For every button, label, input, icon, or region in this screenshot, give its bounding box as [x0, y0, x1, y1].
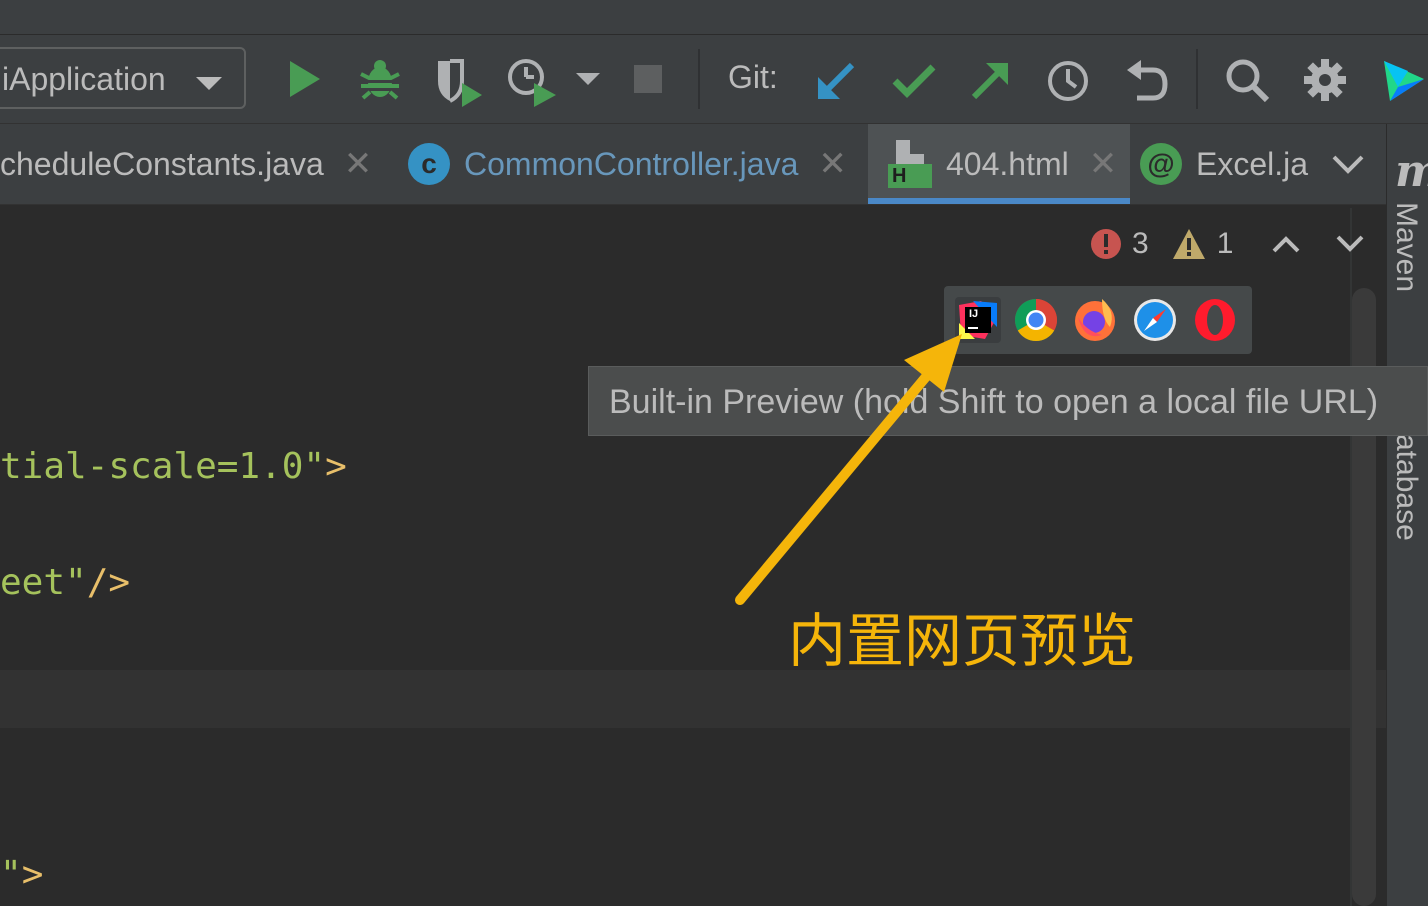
- stop-icon: [634, 65, 662, 93]
- browser-preview-popup: IJ: [944, 286, 1252, 354]
- search-icon: [1226, 59, 1270, 103]
- code-attr-value: eet": [0, 562, 87, 603]
- arrow-down-left-icon: [818, 62, 855, 99]
- show-hidden-tabs-button[interactable]: [1328, 148, 1368, 180]
- tab-label: 404.html: [946, 145, 1069, 182]
- intellij-logo-text: IJ: [969, 308, 979, 320]
- previous-highlight-button[interactable]: [1271, 234, 1301, 254]
- class-icon-letter: c: [421, 148, 437, 179]
- chevron-down-icon: [196, 77, 222, 90]
- chevron-up-icon: [1272, 236, 1300, 253]
- chevron-down-icon: [1336, 235, 1364, 252]
- code-line: tial-scale=1.0">: [0, 446, 347, 487]
- close-icon[interactable]: ✕: [818, 144, 847, 184]
- intellij-logo: [959, 301, 997, 339]
- close-icon[interactable]: ✕: [344, 144, 373, 184]
- git-history-button[interactable]: [1044, 57, 1092, 105]
- code-attr-value: ": [0, 854, 22, 895]
- chevron-down-icon: [1332, 155, 1364, 174]
- code-attr-value: tial-scale=1.0": [0, 446, 326, 487]
- tab-label: cheduleConstants.java: [0, 145, 324, 182]
- arrow-up-right-icon: [971, 63, 1008, 100]
- code-line: ">: [0, 854, 43, 895]
- debug-button[interactable]: [356, 55, 404, 103]
- run-button[interactable]: [282, 57, 326, 101]
- search-everywhere-button[interactable]: [1222, 55, 1272, 105]
- clock-icon: [1048, 61, 1088, 101]
- run-configuration-selector[interactable]: iApplication: [0, 47, 246, 109]
- git-label: Git:: [728, 59, 778, 95]
- git-update-button[interactable]: [812, 57, 860, 105]
- warning-count: 1: [1216, 227, 1234, 260]
- tab-label: CommonController.java: [464, 145, 799, 182]
- maven-tool-window-button[interactable]: Maven: [1389, 202, 1423, 292]
- profile-button[interactable]: [506, 55, 558, 107]
- undo-icon: [1127, 60, 1168, 101]
- built-in-preview-tooltip: Built-in Preview (hold Shift to open a l…: [588, 366, 1428, 436]
- database-tool-window-button[interactable]: atabase: [1389, 434, 1423, 541]
- chevron-down-icon: [576, 73, 600, 85]
- current-line-highlight: [0, 670, 1386, 728]
- active-tab-indicator: [868, 198, 1130, 204]
- firefox-logo: [1075, 299, 1115, 341]
- next-highlight-button[interactable]: [1335, 234, 1365, 254]
- toolbox-logo-icon: [1384, 61, 1424, 101]
- close-icon[interactable]: ✕: [1089, 144, 1118, 184]
- annotation-icon: @: [1140, 143, 1182, 185]
- annotation-icon-letter: @: [1147, 148, 1175, 179]
- tab-label: Excel.ja: [1196, 145, 1309, 182]
- maven-logo: m: [1395, 146, 1428, 197]
- code-tag-end: />: [86, 562, 131, 603]
- editor-tab-bar: cheduleConstants.java ✕ c CommonControll…: [0, 124, 1386, 205]
- opera-logo: [1195, 299, 1235, 341]
- safari-logo: [1134, 299, 1176, 341]
- error-icon: [1091, 229, 1121, 259]
- tab-schedule-constants[interactable]: cheduleConstants.java ✕: [0, 124, 400, 204]
- tab-common-controller[interactable]: c CommonController.java ✕: [408, 124, 868, 204]
- run-with-coverage-button[interactable]: [432, 55, 484, 107]
- annotation-label: 内置网页预览: [788, 607, 1137, 675]
- stop-button[interactable]: [630, 61, 666, 97]
- opera-icon[interactable]: [1192, 297, 1238, 343]
- git-rollback-button[interactable]: [1122, 57, 1172, 105]
- run-configuration-label: iApplication: [2, 61, 166, 97]
- checkmark-icon: [892, 64, 936, 98]
- warning-icon: [1172, 229, 1205, 259]
- bug-icon: [360, 60, 400, 100]
- toolbar-separator: [1196, 49, 1198, 109]
- toolbar-separator: [698, 49, 700, 109]
- firefox-icon[interactable]: [1072, 297, 1118, 343]
- code-tag-end: >: [325, 446, 347, 487]
- right-tool-window-strip: m Maven atabase: [1386, 124, 1428, 906]
- settings-button[interactable]: [1300, 55, 1350, 105]
- title-bar: [0, 0, 1428, 35]
- jetbrains-toolbox-button[interactable]: [1378, 55, 1428, 105]
- profiler-icon: [508, 59, 556, 107]
- gear-icon: [1304, 59, 1346, 101]
- chrome-icon[interactable]: [1013, 297, 1059, 343]
- tab-excel[interactable]: @ Excel.ja: [1140, 124, 1316, 204]
- html-file-icon: H: [888, 140, 936, 188]
- intellij-icon[interactable]: IJ: [955, 297, 1001, 343]
- more-run-options-button[interactable]: [572, 69, 604, 89]
- git-commit-button[interactable]: [890, 57, 938, 105]
- run-icon: [290, 61, 320, 97]
- html-icon-letter: H: [892, 165, 907, 187]
- tab-404-html[interactable]: H 404.html ✕: [868, 124, 1130, 204]
- coverage-icon: [438, 59, 482, 107]
- git-push-button[interactable]: [966, 57, 1014, 105]
- main-toolbar: iApplication Git:: [0, 35, 1428, 124]
- code-tag-end: >: [21, 854, 44, 895]
- error-count: 3: [1132, 227, 1149, 260]
- chrome-logo: [1014, 299, 1058, 342]
- code-line: eet"/>: [0, 562, 130, 603]
- inspection-widget[interactable]: 3 1: [1090, 224, 1365, 264]
- tooltip-text: Built-in Preview (hold Shift to open a l…: [609, 383, 1379, 421]
- class-icon: c: [408, 143, 450, 185]
- safari-icon[interactable]: [1132, 297, 1178, 343]
